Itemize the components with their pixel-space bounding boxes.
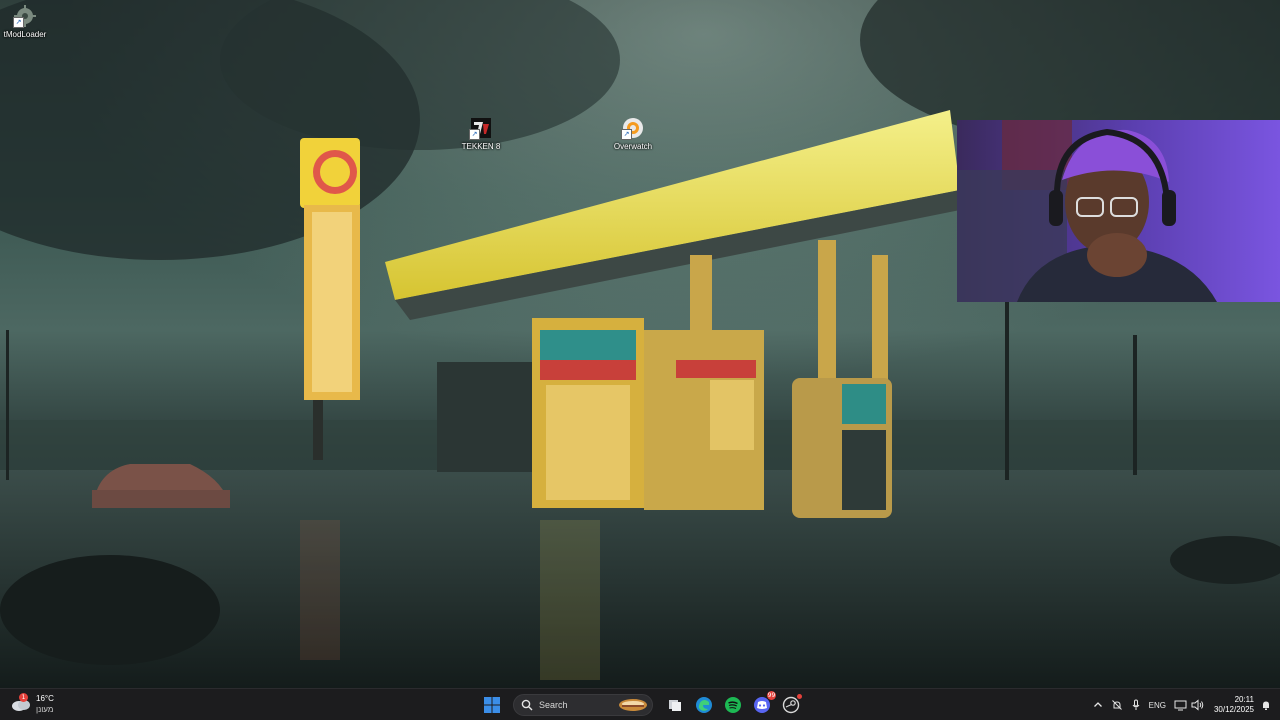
cloudy-weather-icon: 1 bbox=[10, 693, 32, 714]
microphone-button[interactable] bbox=[1131, 695, 1141, 715]
wallpaper-image bbox=[0, 0, 1280, 688]
webcam-feed bbox=[957, 120, 1217, 302]
spotify-button[interactable] bbox=[721, 693, 745, 717]
desktop-icon-label: Overwatch bbox=[613, 142, 653, 151]
microphone-icon bbox=[1132, 699, 1140, 710]
clock-button[interactable]: 20:11 30/12/2025 bbox=[1214, 695, 1254, 715]
desktop[interactable]: ↗ tModLoader ↗ TEKKEN 8 ↗ Overwatch bbox=[0, 0, 1280, 688]
clock-time: 20:11 bbox=[1234, 695, 1254, 704]
show-hidden-icons-button[interactable] bbox=[1093, 695, 1103, 715]
desktop-icon-label: tModLoader bbox=[3, 30, 47, 39]
volume-icon bbox=[1191, 699, 1204, 711]
discord-notification-badge: 99 bbox=[767, 691, 776, 700]
volume-button[interactable] bbox=[1191, 695, 1204, 715]
chevron-up-icon bbox=[1093, 702, 1102, 707]
desktop-icon-tekken-8[interactable]: ↗ TEKKEN 8 bbox=[449, 116, 513, 151]
network-button[interactable] bbox=[1174, 695, 1187, 715]
steam-button[interactable] bbox=[779, 693, 803, 717]
webcam-overlay bbox=[957, 120, 1280, 302]
weather-temperature: 16°C bbox=[36, 694, 54, 703]
system-tray: ENG 20:11 30/12/2025 bbox=[1085, 689, 1272, 721]
edge-button[interactable] bbox=[692, 693, 716, 717]
input-language-button[interactable]: ENG bbox=[1149, 695, 1166, 715]
search-box[interactable]: Search bbox=[513, 694, 653, 716]
steam-notification-dot bbox=[797, 694, 802, 699]
tmodloader-icon: ↗ bbox=[13, 4, 37, 28]
task-view-button[interactable] bbox=[663, 693, 687, 717]
search-placeholder: Search bbox=[539, 700, 568, 710]
taskbar-center: Search 99 bbox=[480, 691, 808, 717]
spotify-icon bbox=[725, 697, 741, 713]
clock-date: 30/12/2025 bbox=[1213, 705, 1254, 714]
notification-center-button[interactable] bbox=[1260, 695, 1272, 715]
windows-start-icon bbox=[484, 697, 500, 713]
weather-widget[interactable]: 1 16°C מעונן bbox=[10, 693, 54, 715]
discord-button[interactable]: 99 bbox=[750, 691, 776, 717]
weather-notification-badge: 1 bbox=[19, 693, 28, 702]
weather-condition: מעונן bbox=[36, 705, 54, 714]
network-icon bbox=[1174, 700, 1187, 711]
muted-notifications-icon bbox=[1111, 700, 1122, 710]
search-highlight-icon bbox=[619, 699, 647, 711]
desktop-icon-label: TEKKEN 8 bbox=[461, 142, 501, 151]
shortcut-arrow-icon: ↗ bbox=[469, 129, 480, 140]
shortcut-arrow-icon: ↗ bbox=[13, 17, 24, 28]
start-button[interactable] bbox=[480, 693, 504, 717]
desktop-icon-overwatch[interactable]: ↗ Overwatch bbox=[601, 116, 665, 151]
notification-bell-icon bbox=[1263, 701, 1269, 710]
desktop-icon-tmodloader[interactable]: ↗ tModLoader bbox=[0, 4, 57, 39]
search-icon bbox=[521, 699, 533, 711]
edge-icon bbox=[696, 697, 712, 713]
taskbar: 1 16°C מעונן Search 99 ENG 20:11 30/12/2… bbox=[0, 688, 1280, 720]
tekken-8-icon: ↗ bbox=[469, 116, 493, 140]
notifications-muted-button[interactable] bbox=[1111, 695, 1123, 715]
task-view-icon bbox=[669, 700, 681, 711]
overwatch-icon: ↗ bbox=[621, 116, 645, 140]
shortcut-arrow-icon: ↗ bbox=[621, 129, 632, 140]
